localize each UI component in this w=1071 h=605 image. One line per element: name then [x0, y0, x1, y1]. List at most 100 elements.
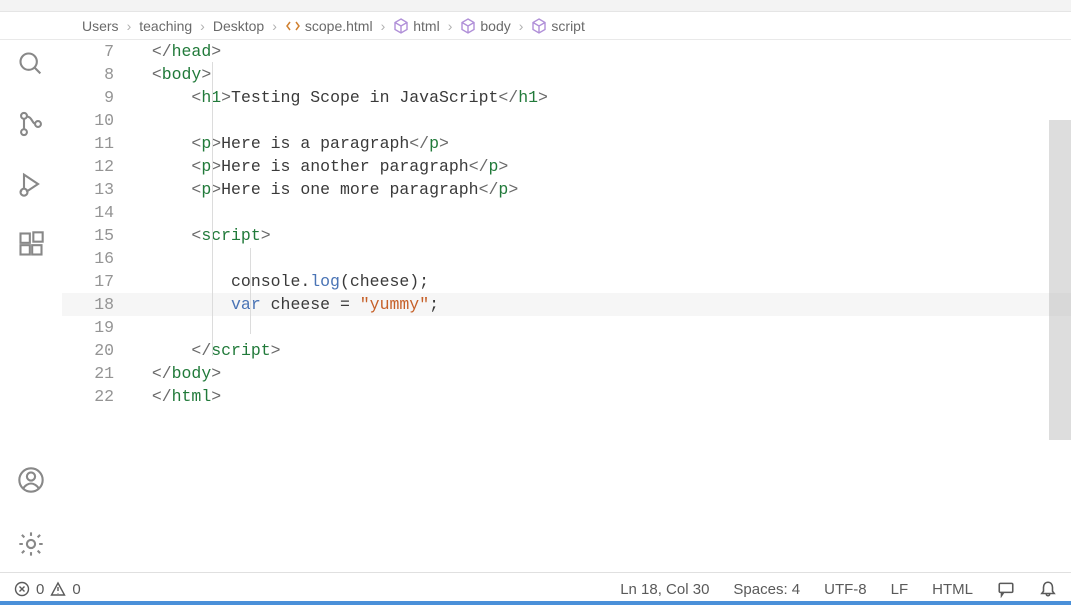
code-text — [132, 339, 191, 362]
breadcrumb-item[interactable]: teaching — [139, 18, 192, 34]
code-text: < — [191, 178, 201, 201]
code-text: > — [508, 178, 518, 201]
chevron-right-icon: › — [519, 18, 524, 34]
code-text: Here is another paragraph — [221, 155, 469, 178]
breadcrumb-item[interactable]: Users — [82, 18, 119, 34]
code-text: > — [211, 40, 221, 63]
account-icon[interactable] — [15, 464, 47, 496]
code-text: > — [211, 362, 221, 385]
cursor-position[interactable]: Ln 18, Col 30 — [620, 581, 709, 598]
code-text — [132, 132, 191, 155]
code-text: Here is a paragraph — [221, 132, 409, 155]
line-number: 11 — [62, 132, 132, 155]
code-text — [132, 293, 231, 316]
line-number: 15 — [62, 224, 132, 247]
error-icon[interactable] — [14, 581, 30, 597]
code-text: < — [191, 132, 201, 155]
code-text: > — [538, 86, 548, 109]
vertical-scrollbar[interactable] — [1049, 120, 1071, 440]
line-number: 22 — [62, 385, 132, 408]
indent-setting[interactable]: Spaces: 4 — [733, 581, 800, 598]
encoding[interactable]: UTF-8 — [824, 581, 867, 598]
breadcrumb-label: script — [551, 18, 584, 34]
code-text: </ — [152, 362, 172, 385]
code-text: "yummy" — [360, 293, 429, 316]
code-text: > — [211, 385, 221, 408]
editor-area[interactable]: 7 </head> 8 <body> 9 <h1>Testing Scope i… — [62, 40, 1071, 572]
feedback-icon[interactable] — [997, 580, 1015, 598]
extensions-icon[interactable] — [15, 228, 47, 260]
breadcrumb-item[interactable]: scope.html — [285, 18, 373, 34]
breadcrumb-item[interactable]: body — [460, 18, 510, 34]
code-text — [132, 155, 191, 178]
chevron-right-icon: › — [200, 18, 205, 34]
eol[interactable]: LF — [891, 581, 909, 598]
gear-icon[interactable] — [15, 528, 47, 560]
breadcrumb-item[interactable]: script — [531, 18, 584, 34]
symbol-icon — [531, 18, 547, 34]
code-text: script — [211, 339, 270, 362]
code-text: </ — [479, 178, 499, 201]
code-text: p — [498, 178, 508, 201]
code-text — [132, 40, 152, 63]
warning-count[interactable]: 0 — [72, 581, 80, 598]
line-number: 18 — [62, 293, 132, 316]
source-control-icon[interactable] — [15, 108, 47, 140]
line-number: 16 — [62, 247, 132, 270]
warning-icon[interactable] — [50, 581, 66, 597]
symbol-icon — [460, 18, 476, 34]
breadcrumb-label: Desktop — [213, 18, 264, 34]
code-text: html — [172, 385, 212, 408]
code-text: </ — [191, 339, 211, 362]
code-text: (cheese); — [340, 270, 429, 293]
code-text: var — [231, 293, 261, 316]
breadcrumb-label: body — [480, 18, 510, 34]
breadcrumb: Users › teaching › Desktop › scope.html … — [0, 12, 1071, 40]
code-text: < — [191, 155, 201, 178]
code-text: </ — [409, 132, 429, 155]
line-number: 21 — [62, 362, 132, 385]
code-text: log — [310, 270, 340, 293]
code-text: h1 — [518, 86, 538, 109]
code-text: </ — [469, 155, 489, 178]
breadcrumb-label: scope.html — [305, 18, 373, 34]
line-number: 10 — [62, 109, 132, 132]
code-text: > — [261, 224, 271, 247]
code-text: > — [201, 63, 211, 86]
code-text: </ — [152, 40, 172, 63]
line-number: 9 — [62, 86, 132, 109]
code-text: console. — [231, 270, 310, 293]
code-text: > — [439, 132, 449, 155]
code-text: p — [201, 132, 211, 155]
chevron-right-icon: › — [448, 18, 453, 34]
code-text: < — [152, 63, 162, 86]
bell-icon[interactable] — [1039, 580, 1057, 598]
breadcrumb-item[interactable]: Desktop — [213, 18, 264, 34]
breadcrumb-item[interactable]: html — [393, 18, 439, 34]
search-icon[interactable] — [15, 48, 47, 80]
code-text: p — [429, 132, 439, 155]
error-count[interactable]: 0 — [36, 581, 44, 598]
line-number: 17 — [62, 270, 132, 293]
line-number: 14 — [62, 201, 132, 224]
code-text: > — [498, 155, 508, 178]
code-text: </ — [498, 86, 518, 109]
code-text — [132, 362, 152, 385]
code-text: Here is one more paragraph — [221, 178, 478, 201]
code-text: script — [201, 224, 260, 247]
tab-strip — [0, 0, 1071, 12]
language-mode[interactable]: HTML — [932, 581, 973, 598]
line-number: 12 — [62, 155, 132, 178]
code-text: ; — [429, 293, 439, 316]
bottom-accent — [0, 601, 1071, 605]
code-text — [132, 86, 191, 109]
code-text — [132, 178, 191, 201]
chevron-right-icon: › — [127, 18, 132, 34]
chevron-right-icon: › — [381, 18, 386, 34]
code-text: body — [162, 63, 202, 86]
line-number: 20 — [62, 339, 132, 362]
symbol-icon — [393, 18, 409, 34]
debug-icon[interactable] — [15, 168, 47, 200]
breadcrumb-label: Users — [82, 18, 119, 34]
breadcrumb-label: teaching — [139, 18, 192, 34]
